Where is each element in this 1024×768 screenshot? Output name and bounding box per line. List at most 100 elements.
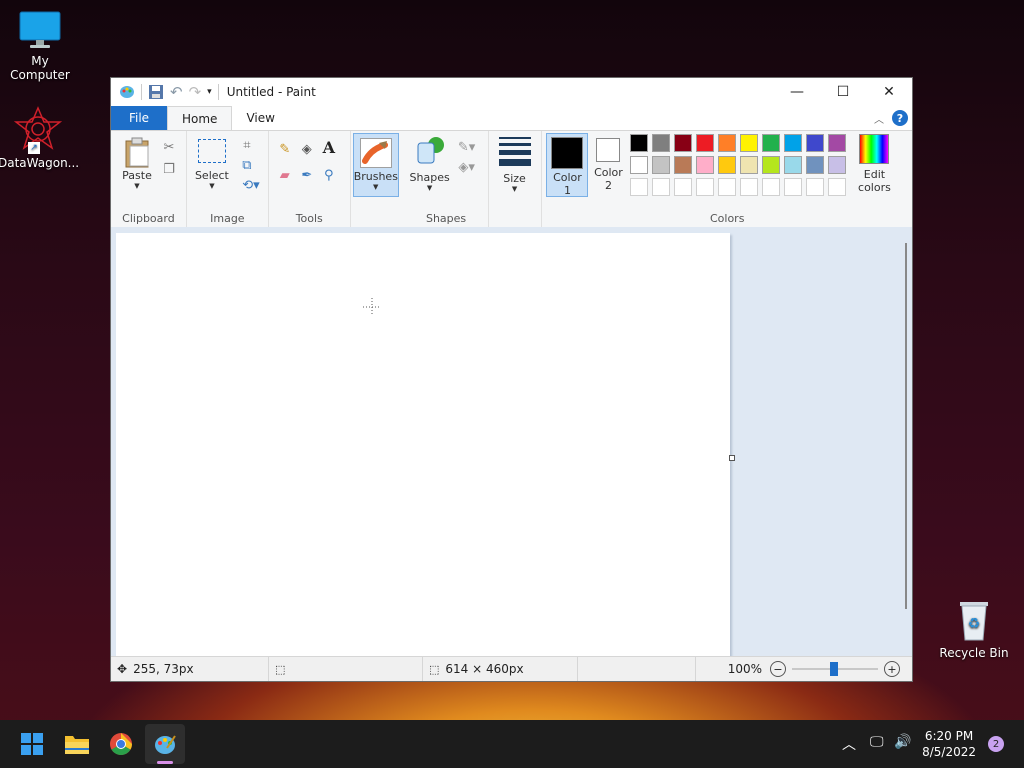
drawing-canvas[interactable]	[116, 233, 730, 657]
desktop-icon-label: My Computer	[10, 54, 70, 82]
paint-taskbar-button[interactable]	[145, 724, 185, 764]
chrome-button[interactable]	[105, 728, 137, 760]
help-icon[interactable]: ?	[892, 110, 908, 126]
separator	[141, 84, 142, 100]
outline-icon[interactable]: ✎▾	[455, 139, 479, 155]
colors-group-label: Colors	[709, 212, 745, 225]
palette-color-swatch[interactable]	[696, 134, 715, 152]
tab-file[interactable]: File	[111, 106, 167, 130]
magnifier-icon[interactable]: ⚲	[321, 167, 337, 183]
palette-color-swatch[interactable]	[740, 134, 759, 152]
size-button[interactable]: Size ▼	[497, 135, 533, 193]
tab-home[interactable]: Home	[167, 106, 233, 130]
custom-color-slot[interactable]	[718, 178, 737, 196]
color2-button[interactable]: Color 2	[588, 134, 628, 192]
desktop-icon-datawagon[interactable]: ↗ DataWagon...	[0, 106, 79, 170]
pencil-icon[interactable]: ✎	[277, 141, 293, 157]
paste-label: Paste	[122, 169, 152, 182]
zoom-slider-thumb[interactable]	[830, 662, 838, 676]
undo-icon[interactable]: ↶	[170, 83, 183, 101]
custom-color-slot[interactable]	[740, 178, 759, 196]
color1-button[interactable]: Color 1	[546, 133, 589, 197]
palette-color-swatch[interactable]	[762, 156, 781, 174]
palette-color-swatch[interactable]	[718, 156, 737, 174]
palette-color-swatch[interactable]	[696, 156, 715, 174]
close-button[interactable]: ✕	[866, 78, 912, 106]
tools-group-label: Tools	[295, 212, 323, 225]
custom-color-slot[interactable]	[674, 178, 693, 196]
cursor-position-text: 255, 73px	[133, 662, 194, 676]
clipboard-group: Paste ▼ ✂ ❐ Clipboard	[111, 131, 187, 227]
datawagon-logo-icon: ↗	[13, 106, 63, 154]
edit-colors-icon	[859, 134, 890, 164]
custom-color-slot[interactable]	[806, 178, 825, 196]
palette-color-swatch[interactable]	[784, 156, 803, 174]
cut-icon[interactable]: ✂	[161, 139, 177, 155]
select-button[interactable]: Select ▼	[195, 137, 229, 190]
crosshair-cursor-icon	[363, 298, 381, 316]
redo-icon[interactable]: ↷	[189, 83, 202, 101]
notification-badge[interactable]: 2	[988, 736, 1004, 752]
crop-icon[interactable]: ⌗	[239, 137, 255, 153]
network-icon[interactable]: 🖵	[870, 734, 884, 750]
edit-colors-button[interactable]: Edit colors	[854, 134, 894, 194]
shapes-label: Shapes	[409, 171, 450, 184]
custom-color-slot[interactable]	[696, 178, 715, 196]
shape-fill-icon[interactable]: ◈▾	[455, 159, 479, 175]
chevron-down-icon: ▼	[426, 184, 433, 192]
start-button[interactable]	[16, 728, 48, 760]
line-size-icon	[498, 137, 531, 166]
shapes-button[interactable]: Shapes ▼	[409, 135, 451, 192]
palette-color-swatch[interactable]	[806, 156, 825, 174]
palette-color-swatch[interactable]	[630, 156, 649, 174]
desktop-icon-my-computer[interactable]: My Computer	[0, 10, 80, 82]
canvas-resize-handle-right[interactable]	[729, 455, 735, 461]
fill-icon[interactable]: ◈	[299, 141, 315, 157]
rotate-icon[interactable]: ⟲▾	[239, 177, 263, 193]
palette-color-swatch[interactable]	[828, 156, 847, 174]
tab-view[interactable]: View	[232, 106, 288, 130]
maximize-button[interactable]: ☐	[820, 78, 866, 106]
status-bar: ✥ 255, 73px ⬚ ⬚ 614 × 460px 100% − +	[111, 656, 912, 681]
zoom-slider[interactable]	[792, 662, 878, 676]
custom-color-slot[interactable]	[630, 178, 649, 196]
color-picker-icon[interactable]: ✒	[299, 167, 315, 183]
volume-icon[interactable]: 🔊	[894, 734, 911, 750]
custom-color-slot[interactable]	[784, 178, 803, 196]
minimize-button[interactable]: —	[774, 78, 820, 106]
zoom-in-icon[interactable]: +	[884, 661, 900, 677]
brushes-button[interactable]: Brushes ▼	[352, 133, 399, 197]
resize-icon[interactable]: ⧉	[239, 157, 255, 173]
palette-color-swatch[interactable]	[784, 134, 803, 152]
customize-quick-access-icon[interactable]: ▾	[207, 87, 212, 97]
collapse-ribbon-icon[interactable]: ︿	[874, 111, 884, 126]
custom-color-slot[interactable]	[762, 178, 781, 196]
text-icon[interactable]: A	[321, 138, 337, 157]
palette-color-swatch[interactable]	[630, 134, 649, 152]
desktop-icon-recycle-bin[interactable]: ♻ Recycle Bin	[934, 598, 1014, 660]
palette-color-swatch[interactable]	[740, 156, 759, 174]
show-hidden-icons-button[interactable]: ︿	[842, 734, 856, 754]
file-explorer-button[interactable]	[61, 728, 93, 760]
palette-color-swatch[interactable]	[828, 134, 847, 152]
palette-color-swatch[interactable]	[718, 134, 737, 152]
custom-color-slot[interactable]	[828, 178, 847, 196]
color1-number: 1	[563, 184, 571, 197]
vertical-scrollbar[interactable]	[905, 243, 907, 609]
palette-color-swatch[interactable]	[806, 134, 825, 152]
save-icon[interactable]	[148, 84, 164, 100]
copy-icon[interactable]: ❐	[161, 161, 177, 177]
eraser-icon[interactable]: ▰	[277, 167, 293, 183]
clock-date: 8/5/2022	[922, 745, 976, 759]
folder-icon	[65, 736, 89, 754]
custom-color-slot[interactable]	[652, 178, 671, 196]
palette-color-swatch[interactable]	[674, 156, 693, 174]
clock[interactable]: 6:20 PM 8/5/2022	[922, 728, 976, 760]
palette-color-swatch[interactable]	[762, 134, 781, 152]
palette-color-swatch[interactable]	[674, 134, 693, 152]
separator	[217, 84, 219, 100]
palette-color-swatch[interactable]	[652, 156, 671, 174]
zoom-out-icon[interactable]: −	[770, 661, 786, 677]
paste-button[interactable]: Paste ▼	[119, 137, 155, 190]
palette-color-swatch[interactable]	[652, 134, 671, 152]
